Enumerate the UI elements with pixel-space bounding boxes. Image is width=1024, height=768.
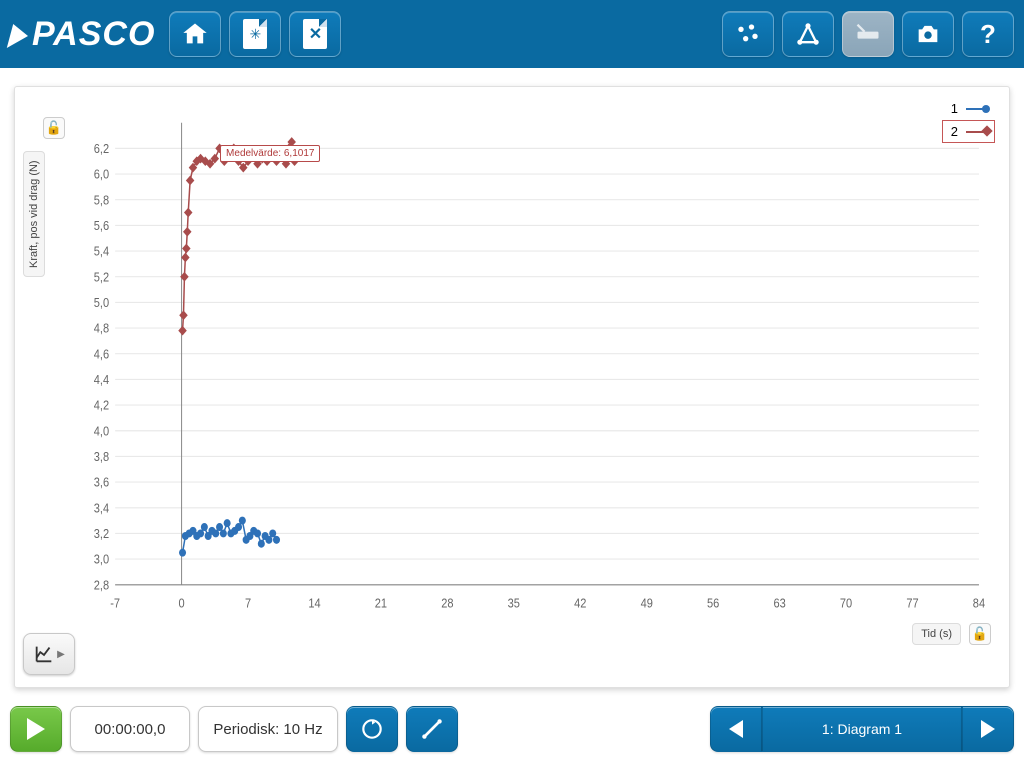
- svg-text:3,2: 3,2: [94, 526, 109, 541]
- close-file-button[interactable]: ✕: [289, 11, 341, 57]
- legend-swatch-2: [966, 131, 986, 133]
- chevron-right-icon: [981, 720, 995, 738]
- question-icon: ?: [980, 19, 996, 50]
- svg-text:49: 49: [641, 596, 654, 611]
- svg-text:6,2: 6,2: [94, 141, 109, 156]
- sampling-mode-field[interactable]: Periodisk: 10 Hz: [198, 706, 338, 752]
- pager-next-button[interactable]: [962, 706, 1014, 752]
- pager-prev-button[interactable]: [710, 706, 762, 752]
- svg-text:4,4: 4,4: [94, 372, 110, 387]
- svg-text:2,8: 2,8: [94, 578, 110, 593]
- page-pager: 1: Diagram 1: [710, 706, 1014, 752]
- triangle-icon: [794, 20, 822, 48]
- ruler-icon: [854, 20, 882, 48]
- cycle-icon: [359, 716, 385, 742]
- chevron-left-icon: [729, 720, 743, 738]
- elapsed-time-field[interactable]: 00:00:00,0: [70, 706, 190, 752]
- svg-text:21: 21: [375, 596, 387, 611]
- svg-text:0: 0: [179, 596, 186, 611]
- pager-label[interactable]: 1: Diagram 1: [762, 706, 962, 752]
- file-burst-icon: ✳: [243, 19, 267, 49]
- main-area: 🔓 Kraft, pos vid drag (N) 2,8 3,0 3,2 3,4 3,…: [0, 68, 1024, 698]
- play-icon: [27, 718, 45, 740]
- unlock-icon: 🔓: [972, 626, 988, 642]
- unlock-icon: 🔓: [46, 120, 62, 136]
- tools-icon: [419, 716, 445, 742]
- legend-swatch-1: [966, 108, 986, 110]
- svg-text:28: 28: [441, 596, 454, 611]
- file-x-icon: ✕: [303, 19, 327, 49]
- svg-text:5,6: 5,6: [94, 218, 110, 233]
- svg-text:3,6: 3,6: [94, 475, 110, 490]
- cycle-button[interactable]: [346, 706, 398, 752]
- y-axis-lock-button[interactable]: 🔓: [43, 117, 65, 139]
- chart-card: 🔓 Kraft, pos vid drag (N) 2,8 3,0 3,2 3,4 3,…: [14, 86, 1010, 688]
- svg-text:7: 7: [245, 596, 251, 611]
- tools-button[interactable]: [406, 706, 458, 752]
- svg-text:4,8: 4,8: [94, 321, 110, 336]
- chevron-right-icon: ▶: [57, 649, 65, 660]
- svg-text:4,2: 4,2: [94, 398, 109, 413]
- svg-text:70: 70: [840, 596, 853, 611]
- svg-text:3,4: 3,4: [94, 501, 110, 516]
- legend-item-1[interactable]: 1: [942, 97, 995, 120]
- svg-text:5,2: 5,2: [94, 270, 109, 285]
- new-file-button[interactable]: ✳: [229, 11, 281, 57]
- home-button[interactable]: [169, 11, 221, 57]
- legend-item-2[interactable]: 2: [942, 120, 995, 143]
- x-axis-label[interactable]: Tid (s): [912, 623, 961, 645]
- app-header: PASCO ✳ ✕ ?: [0, 0, 1024, 68]
- svg-text:3,0: 3,0: [94, 552, 110, 567]
- help-button[interactable]: ?: [962, 11, 1014, 57]
- snapshot-button[interactable]: [902, 11, 954, 57]
- camera-icon: [914, 20, 942, 48]
- svg-text:42: 42: [574, 596, 586, 611]
- dots-icon: [734, 20, 762, 48]
- sensor-button[interactable]: [722, 11, 774, 57]
- ruler-button-disabled: [842, 11, 894, 57]
- x-axis-lock-button[interactable]: 🔓: [969, 623, 991, 645]
- chart-tools-button[interactable]: ▶: [23, 633, 75, 675]
- home-icon: [181, 20, 209, 48]
- legend-label-2: 2: [951, 124, 958, 139]
- svg-text:5,4: 5,4: [94, 244, 110, 259]
- svg-text:84: 84: [973, 596, 986, 611]
- svg-text:77: 77: [906, 596, 918, 611]
- svg-text:56: 56: [707, 596, 720, 611]
- brand-logo: PASCO: [10, 15, 155, 54]
- svg-text:63: 63: [773, 596, 786, 611]
- svg-text:6,0: 6,0: [94, 167, 110, 182]
- graph-icon: [33, 643, 55, 665]
- record-play-button[interactable]: [10, 706, 62, 752]
- svg-text:-7: -7: [110, 596, 120, 611]
- svg-text:5,0: 5,0: [94, 295, 110, 310]
- legend: 1 2: [942, 97, 995, 143]
- svg-text:5,8: 5,8: [94, 193, 110, 208]
- legend-label-1: 1: [951, 101, 958, 116]
- svg-text:14: 14: [308, 596, 321, 611]
- geometry-button[interactable]: [782, 11, 834, 57]
- svg-text:4,6: 4,6: [94, 347, 110, 362]
- plot-area[interactable]: 2,8 3,0 3,2 3,4 3,6 3,8 4,0 4,2 4,4 4,6 4,8 5,0 5,2 5…: [85, 117, 989, 619]
- svg-text:3,8: 3,8: [94, 449, 110, 464]
- svg-text:4,0: 4,0: [94, 424, 110, 439]
- y-axis-label[interactable]: Kraft, pos vid drag (N): [23, 151, 45, 277]
- svg-text:35: 35: [508, 596, 521, 611]
- footer-bar: 00:00:00,0 Periodisk: 10 Hz 1: Diagram 1: [0, 698, 1024, 768]
- mean-annotation: Medelvärde: 6,1017: [220, 145, 320, 162]
